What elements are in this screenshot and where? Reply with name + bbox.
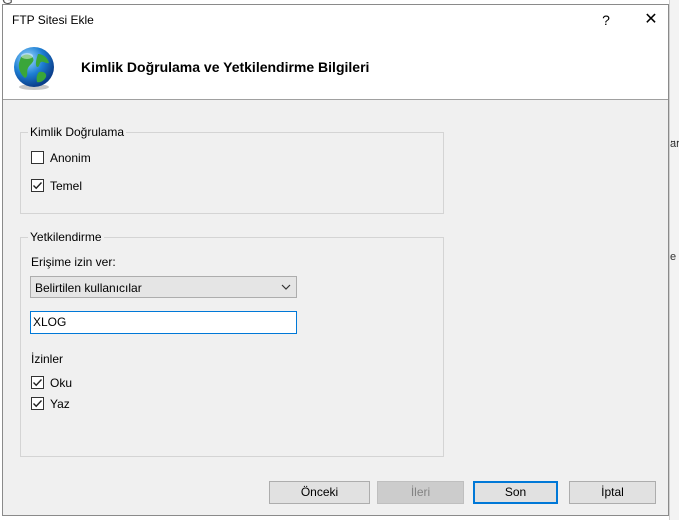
users-input[interactable] (30, 311, 297, 334)
close-button[interactable]: ✕ (637, 8, 665, 32)
check-icon (33, 182, 43, 190)
dialog-title: FTP Sitesi Ekle (12, 13, 94, 27)
globe-icon (14, 47, 54, 90)
write-checkbox-box[interactable] (31, 397, 44, 410)
next-button[interactable]: İleri (377, 481, 464, 504)
background-text-fragment: ar (670, 138, 679, 150)
anonymous-checkbox[interactable]: Anonim (31, 150, 111, 166)
add-ftp-site-dialog: FTP Sitesi Ekle ? ✕ Kimlik Doğrulama ve … (2, 4, 669, 516)
write-checkbox-label[interactable]: Yaz (50, 397, 70, 411)
background-right-edge: ... ar e (669, 0, 679, 520)
help-button[interactable]: ? (594, 8, 618, 32)
allow-access-label: Erişime izin ver: (31, 255, 116, 269)
check-icon (33, 400, 43, 408)
allow-access-dropdown[interactable]: Belirtilen kullanıcılar (30, 276, 297, 298)
check-icon (33, 379, 43, 387)
authentication-group-label: Kimlik Doğrulama (28, 125, 127, 139)
write-checkbox[interactable]: Yaz (31, 396, 91, 412)
basic-checkbox-box[interactable] (31, 179, 44, 192)
basic-checkbox[interactable]: Temel (31, 178, 111, 194)
cancel-button[interactable]: İptal (569, 481, 656, 504)
page-title: Kimlik Doğrulama ve Yetkilendirme Bilgil… (81, 59, 370, 75)
read-checkbox[interactable]: Oku (31, 375, 91, 391)
previous-button[interactable]: Önceki (269, 481, 370, 504)
authorization-group-label: Yetkilendirme (28, 230, 104, 244)
authorization-group: Yetkilendirme Erişime izin ver: Belirtil… (20, 230, 444, 457)
allow-access-selected: Belirtilen kullanıcılar (35, 281, 142, 295)
read-checkbox-box[interactable] (31, 376, 44, 389)
dialog-titlebar[interactable]: FTP Sitesi Ekle ? ✕ (3, 5, 668, 35)
background-text-fragment: e (670, 251, 677, 263)
chevron-down-icon (281, 284, 291, 290)
basic-checkbox-label[interactable]: Temel (50, 179, 82, 193)
users-input-field[interactable] (33, 315, 293, 329)
authentication-group: Kimlik Doğrulama Anonim Temel (20, 125, 444, 214)
anonymous-checkbox-label[interactable]: Anonim (50, 151, 91, 165)
permissions-label: İzinler (31, 352, 64, 366)
dialog-header: Kimlik Doğrulama ve Yetkilendirme Bilgil… (3, 35, 668, 100)
read-checkbox-label[interactable]: Oku (50, 376, 72, 390)
finish-button[interactable]: Son (473, 481, 558, 504)
anonymous-checkbox-box[interactable] (31, 151, 44, 164)
